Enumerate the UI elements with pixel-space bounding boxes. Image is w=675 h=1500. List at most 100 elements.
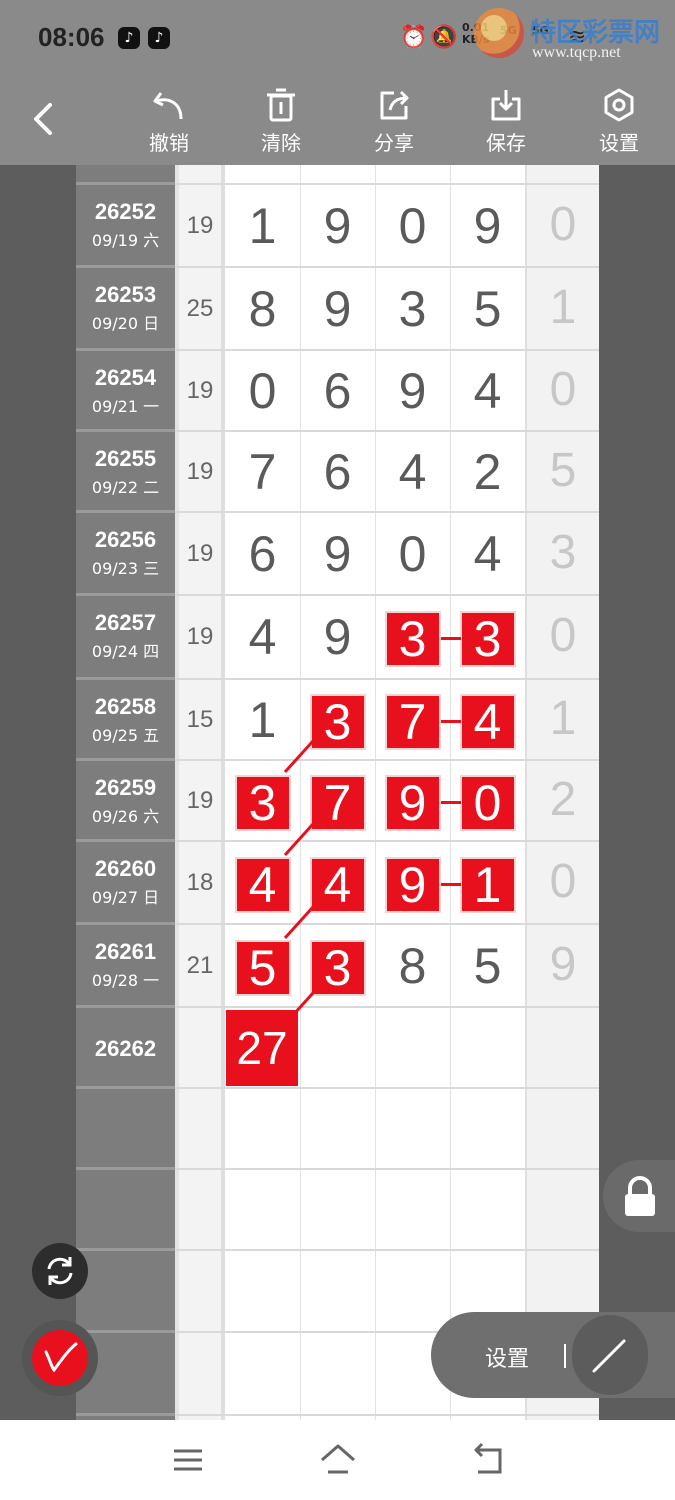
draw-row: 26259 09/26 六 19 3 7 9 0 2 (76, 761, 599, 842)
digit-cell[interactable]: 9 (300, 608, 375, 666)
last-digit: 0 (549, 197, 577, 251)
digit-cell[interactable]: 0 (375, 197, 450, 255)
issue-date: 09/28 一 (91, 971, 160, 990)
digit-cell[interactable]: 4 (225, 856, 300, 914)
line-tool-button[interactable] (572, 1315, 648, 1395)
digit-cell[interactable]: 1 (225, 197, 300, 255)
digit-cell[interactable]: 7 (225, 443, 300, 501)
next-sum-box[interactable]: 27 (226, 1010, 298, 1086)
draw-settings-pill: 设置 (431, 1312, 675, 1398)
digit-cell[interactable]: 9 (450, 197, 525, 255)
pair-connector (441, 719, 461, 723)
digit-cell[interactable]: 0 (450, 774, 525, 832)
settings-label: 设置 (599, 131, 639, 155)
sum-value: 19 (186, 539, 214, 567)
issue-date: 09/27 日 (91, 888, 160, 907)
digit-cell[interactable]: 5 (450, 937, 525, 995)
highlighted-digit: 3 (384, 611, 441, 667)
digit-cell[interactable]: 8 (375, 937, 450, 995)
digit-cell[interactable]: 9 (375, 856, 450, 914)
digit-cell[interactable]: 9 (300, 197, 375, 255)
tiktok-lite-icon: ♪ (148, 27, 170, 49)
share-button[interactable]: 分享 (349, 83, 439, 161)
highlighted-digit: 9 (384, 774, 441, 831)
digit-cell[interactable]: 4 (225, 608, 300, 666)
digit-cell[interactable]: 5 (225, 939, 300, 997)
highlighted-digit: 7 (384, 693, 441, 750)
back-nav-button[interactable] (468, 1442, 508, 1478)
highlighted-digit: 3 (234, 774, 291, 831)
draw-row: 26254 09/21 一 19 0 6 9 4 0 (76, 351, 599, 432)
highlighted-digit: 3 (309, 693, 366, 750)
digit-cell[interactable]: 0 (375, 525, 450, 583)
back-button[interactable] (22, 97, 66, 141)
save-button[interactable]: 保存 (461, 83, 551, 161)
digit-cell[interactable]: 4 (300, 856, 375, 914)
issue-date: 09/21 一 (91, 397, 160, 416)
digit-cell[interactable]: 3 (300, 939, 375, 997)
digit-cell[interactable]: 3 (300, 693, 375, 751)
last-digit: 0 (549, 362, 577, 416)
undo-icon (153, 92, 183, 120)
digit-cell[interactable]: 8 (225, 280, 300, 338)
issue-date: 09/24 四 (91, 642, 160, 661)
digit-cell[interactable]: 3 (225, 774, 300, 832)
issue-number: 26260 (94, 856, 157, 881)
lock-icon (625, 1176, 655, 1216)
digit-cell[interactable]: 9 (375, 774, 450, 832)
highlighted-digit: 4 (459, 693, 516, 750)
last-digit: 9 (549, 937, 577, 991)
digit-cell[interactable]: 5 (450, 280, 525, 338)
tiktok-icon: ♪ (118, 27, 140, 49)
draw-settings-button[interactable]: 设置 (485, 1341, 529, 1373)
digit-cell[interactable]: 3 (450, 610, 525, 668)
draw-row: 26256 09/23 三 19 6 9 0 4 3 (76, 513, 599, 596)
digit-cell[interactable]: 1 (450, 856, 525, 914)
clipped-row (76, 165, 599, 185)
digit-cell[interactable]: 2 (450, 443, 525, 501)
sum-value: 19 (186, 211, 214, 239)
issue-label: 26257 09/24 四 (76, 610, 175, 662)
digit-cell[interactable]: 9 (375, 362, 450, 420)
digit-cell[interactable]: 7 (375, 693, 450, 751)
highlighted-digit: 4 (309, 856, 366, 913)
row-separator (76, 1248, 175, 1251)
menu-nav-button[interactable] (168, 1442, 208, 1478)
digit-cell[interactable]: 6 (225, 525, 300, 583)
digit-cell[interactable]: 4 (450, 693, 525, 751)
digit-cell[interactable]: 9 (300, 525, 375, 583)
row-separator (76, 1413, 175, 1416)
home-nav-button[interactable] (318, 1442, 358, 1478)
digit-cell[interactable]: 0 (225, 362, 300, 420)
share-icon (380, 90, 409, 120)
digit-cell[interactable]: 9 (300, 280, 375, 338)
issue-date: 09/19 六 (91, 231, 160, 250)
digit-cell[interactable]: 3 (375, 280, 450, 338)
refresh-button[interactable] (32, 1243, 88, 1299)
pen-button[interactable] (22, 1320, 98, 1396)
issue-label: 26258 09/25 五 (76, 694, 175, 746)
issue-date: 09/25 五 (91, 726, 160, 745)
last-digit: 0 (549, 854, 577, 908)
issue-number: 26256 (94, 527, 157, 552)
digit-cell[interactable]: 4 (450, 525, 525, 583)
digit-cell[interactable]: 3 (375, 610, 450, 668)
save-label: 保存 (486, 131, 526, 155)
digit-cell[interactable]: 1 (225, 691, 300, 749)
issue-number: 26258 (94, 694, 157, 719)
digit-cell[interactable]: 6 (300, 443, 375, 501)
trend-grid[interactable]: 26252 09/19 六 19 1 9 0 9 0 26253 09/20 日 25 8 9 3 5 1 26… (76, 165, 599, 1420)
settings-button[interactable]: 设置 (574, 83, 664, 161)
lock-button[interactable] (603, 1160, 675, 1232)
digit-cell[interactable]: 4 (450, 362, 525, 420)
mute-icon: 🔕 (430, 25, 458, 50)
digit-cell[interactable]: 6 (300, 362, 375, 420)
undo-button[interactable]: 撤销 (124, 83, 214, 161)
clear-button[interactable]: 清除 (236, 83, 326, 161)
sum-value: 18 (186, 868, 214, 896)
digit-cell[interactable]: 4 (375, 443, 450, 501)
issue-number: 26255 (94, 446, 157, 471)
pair-connector (441, 882, 461, 886)
pair-connector (441, 637, 461, 640)
digit-cell[interactable]: 7 (300, 774, 375, 832)
